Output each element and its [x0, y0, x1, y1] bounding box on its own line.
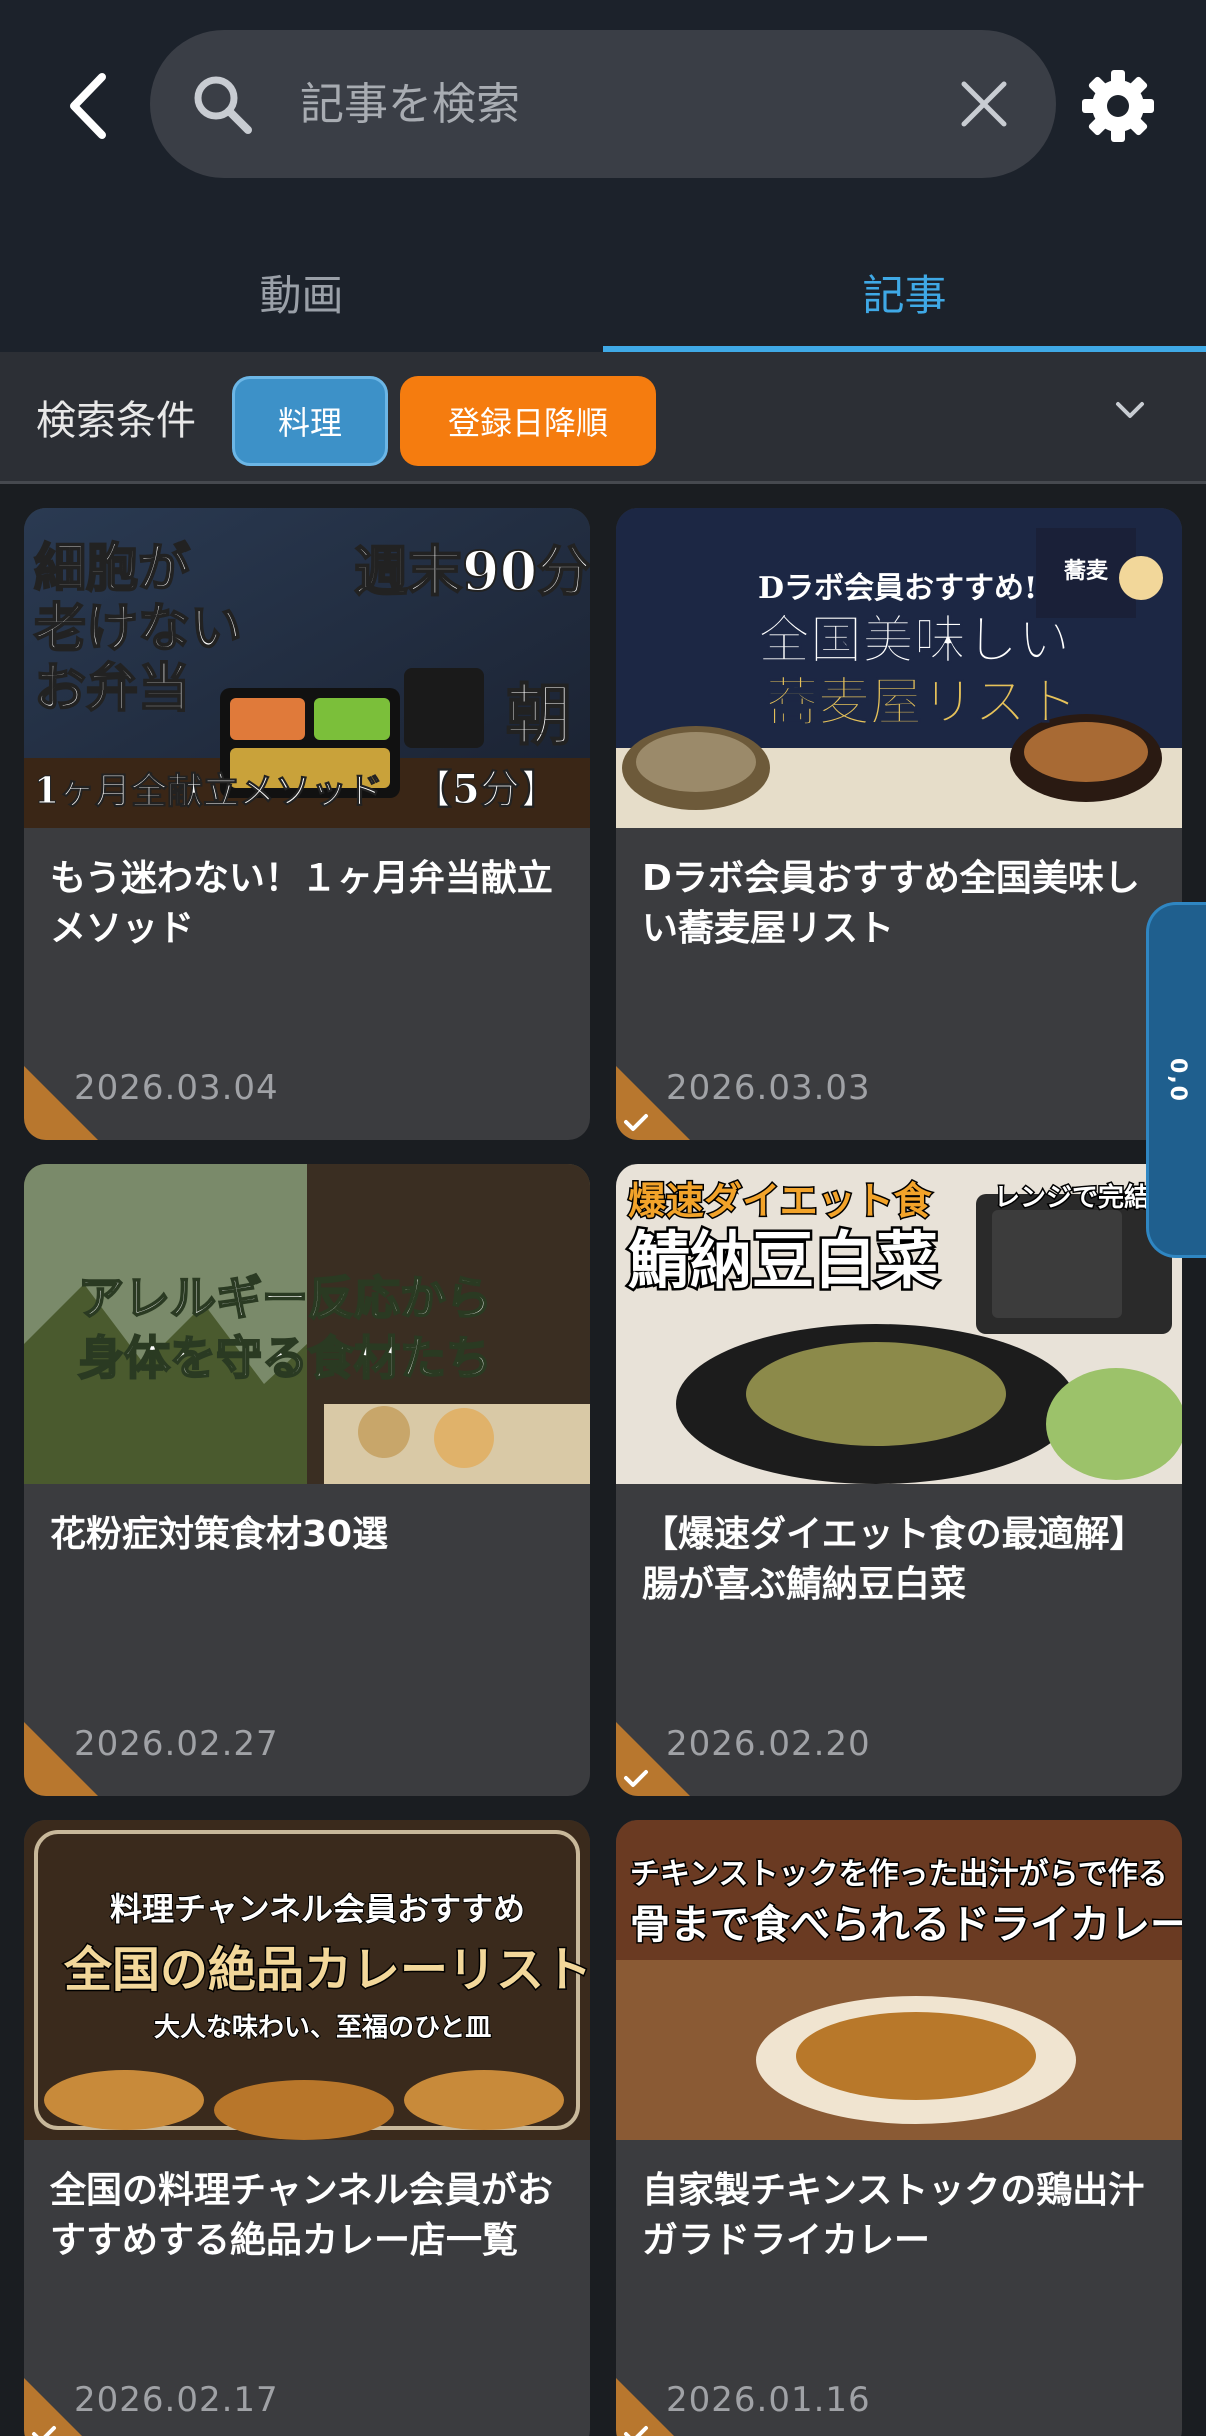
thumb-text: 蕎麦: [1063, 558, 1109, 584]
thumb-text: 全国美味しい: [757, 610, 1070, 671]
article-card[interactable]: アレルギー反応から 身体を守る食材たち 花粉症対策食材30選 2026.02.2…: [24, 1164, 590, 1796]
search-input[interactable]: [300, 60, 920, 148]
thumb-text: 骨まで食べられるドライカレー: [630, 1901, 1182, 1948]
article-card[interactable]: 爆速ダイエット食 鯖納豆白菜 レンジで完結! 【爆速ダイエット食の最適解】腸が喜…: [616, 1164, 1182, 1796]
tab-bar: 動画 記事: [0, 232, 1206, 352]
article-date: 2026.02.27: [74, 1724, 279, 1764]
article-card[interactable]: 細胞が 老けない お弁当 1ヶ月全献立メソッド 週末90分 朝 【5分】 もう迷…: [24, 508, 590, 1140]
read-check-icon: [616, 1722, 690, 1796]
article-thumbnail: 細胞が 老けない お弁当 1ヶ月全献立メソッド 週末90分 朝 【5分】: [24, 508, 590, 828]
article-grid: 細胞が 老けない お弁当 1ヶ月全献立メソッド 週末90分 朝 【5分】 もう迷…: [0, 508, 1206, 2436]
article-date: 2026.02.20: [666, 1724, 871, 1764]
thumb-text: 大人な味わい、至福のひと皿: [154, 2013, 491, 2043]
article-thumbnail: Dラボ会員おすすめ! 全国美味しい 蕎麦屋リスト 蕎麦: [616, 508, 1182, 828]
article-title: 花粉症対策食材30選: [50, 1514, 389, 1555]
filter-label: 検索条件: [36, 398, 196, 444]
article-thumbnail: アレルギー反応から 身体を守る食材たち: [24, 1164, 590, 1484]
sort-chip[interactable]: 登録日降順: [400, 376, 656, 466]
article-thumbnail: チキンストックを作った出汁がらで作る 骨まで食べられるドライカレー: [616, 1820, 1182, 2140]
category-chip[interactable]: 料理: [232, 376, 388, 466]
clear-search-icon[interactable]: [956, 76, 1012, 132]
article-title: Dラボ会員おすすめ全国美味しい蕎麦屋リスト: [642, 858, 1140, 949]
thumb-text: 身体を守る食材たち: [78, 1331, 492, 1385]
thumb-text: 1ヶ月全献立メソッド: [34, 770, 383, 812]
side-handle-label: 0,0: [1164, 1057, 1190, 1103]
thumb-text: 鯖納豆白菜: [628, 1224, 938, 1297]
article-card[interactable]: Dラボ会員おすすめ! 全国美味しい 蕎麦屋リスト 蕎麦 Dラボ会員おすすめ全国美…: [616, 508, 1182, 1140]
search-box[interactable]: [150, 30, 1056, 178]
thumb-text: 蕎麦屋リスト: [766, 672, 1078, 733]
read-check-icon: [616, 1066, 690, 1140]
thumb-text: Dラボ会員おすすめ!: [758, 571, 1037, 606]
thumb-text: お弁当: [34, 658, 190, 719]
thumb-text: 料理チャンネル会員おすすめ: [110, 1890, 525, 1928]
article-date: 2026.01.16: [666, 2380, 871, 2420]
thumb-text: 朝: [506, 676, 572, 754]
header: 動画 記事: [0, 0, 1206, 352]
tab-videos[interactable]: 動画: [0, 232, 603, 352]
thumb-text: アレルギー反応から: [78, 1271, 492, 1325]
thumb-text: レンジで完結!: [994, 1182, 1161, 1213]
chevron-down-icon[interactable]: [1108, 388, 1152, 432]
side-drawer-handle[interactable]: 0,0: [1146, 902, 1206, 1258]
thumb-text: チキンストックを作った出汁がらで作る: [630, 1857, 1168, 1892]
chevron-left-icon: [70, 73, 106, 139]
thumb-text: 細胞が: [34, 538, 190, 599]
article-card[interactable]: チキンストックを作った出汁がらで作る 骨まで食べられるドライカレー 自家製チキン…: [616, 1820, 1182, 2436]
article-thumbnail: 料理チャンネル会員おすすめ 全国の絶品カレーリスト 大人な味わい、至福のひと皿: [24, 1820, 590, 2140]
read-check-icon: [616, 2378, 674, 2436]
gear-icon[interactable]: [1080, 68, 1156, 144]
article-date: 2026.02.17: [74, 2380, 279, 2420]
article-date: 2026.03.04: [74, 1068, 279, 1108]
unread-corner-badge: [24, 1722, 98, 1796]
read-check-icon: [24, 2378, 82, 2436]
article-thumbnail: 爆速ダイエット食 鯖納豆白菜 レンジで完結!: [616, 1164, 1182, 1484]
thumb-text: 老けない: [34, 598, 242, 659]
article-date: 2026.03.03: [666, 1068, 871, 1108]
thumb-text: 全国の絶品カレーリスト: [63, 1942, 590, 1998]
article-card[interactable]: 料理チャンネル会員おすすめ 全国の絶品カレーリスト 大人な味わい、至福のひと皿 …: [24, 1820, 590, 2436]
back-button[interactable]: [48, 56, 128, 156]
article-title: 自家製チキンストックの鶏出汁ガラドライカレー: [642, 2170, 1145, 2261]
filter-bar[interactable]: 検索条件 料理 登録日降順: [0, 352, 1206, 484]
search-icon: [194, 76, 252, 134]
thumb-text: 爆速ダイエット食: [628, 1178, 933, 1223]
thumb-text: 週末90分: [354, 539, 590, 603]
article-title: もう迷わない！１ヶ月弁当献立メソッド: [50, 858, 553, 949]
article-title: 全国の料理チャンネル会員がおすすめする絶品カレー店一覧: [50, 2170, 553, 2261]
thumb-text: 【5分】: [412, 766, 560, 813]
article-title: 【爆速ダイエット食の最適解】腸が喜ぶ鯖納豆白菜: [642, 1514, 1146, 1605]
unread-corner-badge: [24, 1066, 98, 1140]
tab-articles[interactable]: 記事: [603, 232, 1206, 352]
